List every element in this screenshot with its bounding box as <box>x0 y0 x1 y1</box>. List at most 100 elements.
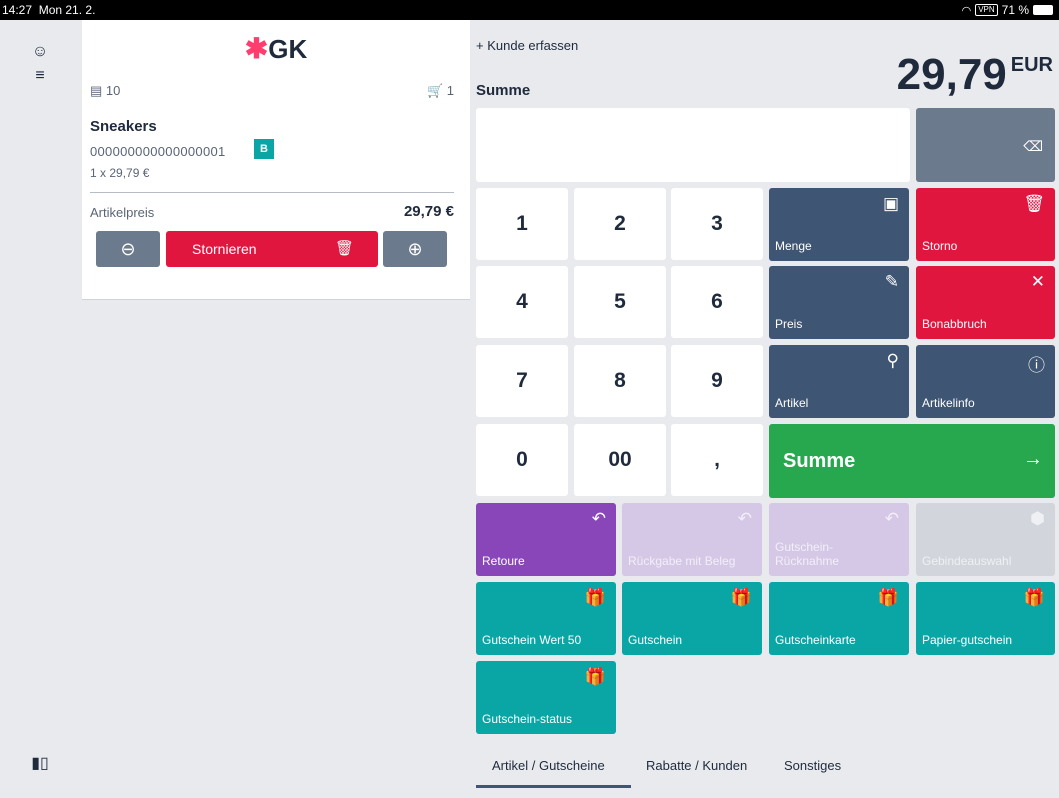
bonabbruch-button[interactable]: ✕ Bonabbruch <box>916 266 1055 339</box>
tab-sonstiges[interactable]: Sonstiges <box>784 758 841 773</box>
gutschein-wert-button[interactable]: 🎁 Gutschein Wert 50 <box>476 582 616 655</box>
receipt-count: ▤ 10 <box>90 83 120 99</box>
receipt-list-icon: ▤ <box>90 83 103 98</box>
add-customer-link[interactable]: + Kunde erfassen <box>476 38 578 53</box>
bonabbruch-label: Bonabbruch <box>922 317 987 331</box>
storno-button[interactable]: 🗑 Storno <box>916 188 1055 261</box>
minus-circle-icon: ⊖ <box>120 239 136 259</box>
artikel-label: Artikel <box>775 396 809 410</box>
tab-artikel-gutscheine[interactable]: Artikel / Gutscheine <box>492 758 605 773</box>
quantity-icon: ▣ <box>882 194 899 213</box>
key-2[interactable]: 2 <box>574 188 666 260</box>
decrease-qty-button[interactable]: ⊖ <box>96 231 160 267</box>
gutschein-ruecknahme-label: Gutschein-Rücknahme <box>775 540 840 568</box>
status-time-date: 14:27 Mon 21. 2. <box>2 3 95 17</box>
key-0[interactable]: 0 <box>476 424 568 496</box>
rueckgabe-label: Rückgabe mit Beleg <box>628 554 736 568</box>
backspace-icon: ⌫ <box>1023 138 1043 154</box>
preis-button[interactable]: ✎ Preis <box>769 266 909 339</box>
logo: ✱GK <box>82 32 470 65</box>
info-icon: ⓘ <box>1028 356 1045 375</box>
key-comma[interactable]: , <box>671 424 763 496</box>
amount-input[interactable] <box>476 108 910 182</box>
gutschein-status-label: Gutschein-status <box>482 712 573 726</box>
undo-icon: ↶ <box>737 509 752 528</box>
key-5[interactable]: 5 <box>574 266 666 338</box>
search-icon: ⚲ <box>886 351 899 370</box>
storno-label: Storno <box>922 239 958 253</box>
storno-item-button[interactable]: Stornieren 🗑 <box>166 231 378 267</box>
left-rail: ☺≡ ▮▯ <box>0 20 82 798</box>
key-3[interactable]: 3 <box>671 188 763 260</box>
item-badge: B <box>254 139 274 159</box>
summe-button[interactable]: Summe → <box>769 424 1055 498</box>
status-right: ◠ VPN 71 % <box>962 3 1053 17</box>
key-1[interactable]: 1 <box>476 188 568 260</box>
package-icon: ⬢ <box>1030 509 1045 528</box>
undo-icon: ↶ <box>884 509 899 528</box>
key-4[interactable]: 4 <box>476 266 568 338</box>
increase-qty-button[interactable]: ⊕ <box>383 231 447 267</box>
battery-percent: 71 % <box>1001 3 1029 17</box>
bottom-tabs: Artikel / Gutscheine Rabatte / Kunden So… <box>476 742 1056 798</box>
storno-item-label: Stornieren <box>192 241 257 257</box>
item-qty-price: 1 x 29,79 € <box>90 166 150 180</box>
retoure-label: Retoure <box>482 554 525 568</box>
menge-button[interactable]: ▣ Menge <box>769 188 909 261</box>
gutscheinkarte-label: Gutscheinkarte <box>775 633 856 647</box>
cart-count: 🛒 1 <box>427 83 454 99</box>
gutschein-ruecknahme-button[interactable]: ↶ Gutschein-Rücknahme <box>769 503 909 576</box>
trash-icon: 🗑 <box>334 240 354 257</box>
gift-card-icon: 🎁 <box>877 588 899 607</box>
tab-rabatte-kunden[interactable]: Rabatte / Kunden <box>646 758 747 773</box>
divider <box>90 192 454 193</box>
preis-label: Preis <box>775 317 803 331</box>
artikel-button[interactable]: ⚲ Artikel <box>769 345 909 418</box>
key-00[interactable]: 00 <box>574 424 666 496</box>
customer-list-icon[interactable]: ☺≡ <box>28 40 52 84</box>
cart-icon: 🛒 <box>426 83 444 98</box>
active-tab-indicator <box>476 785 631 788</box>
key-9[interactable]: 9 <box>671 345 763 417</box>
gutschein-label: Gutschein <box>628 633 683 647</box>
key-7[interactable]: 7 <box>476 345 568 417</box>
rueckgabe-button[interactable]: ↶ Rückgabe mit Beleg <box>622 503 762 576</box>
receipt-count-value: 10 <box>105 83 121 98</box>
logo-star-icon: ✱ <box>244 33 269 64</box>
pencil-icon: ✎ <box>884 272 899 291</box>
arrow-right-icon: → <box>1023 448 1043 470</box>
vpn-badge: VPN <box>975 4 998 16</box>
gutschein-status-button[interactable]: 🎁 Gutschein-status <box>476 661 616 734</box>
receipt-card: ✱GK ▤ 10 🛒 1 Sneakers 000000000000000001… <box>82 20 470 300</box>
gift-card-icon: 🎁 <box>1023 588 1045 607</box>
gebindeauswahl-label: Gebindeauswahl <box>922 554 1012 568</box>
item-name[interactable]: Sneakers <box>90 118 157 135</box>
retoure-button[interactable]: ↶ Retoure <box>476 503 616 576</box>
key-6[interactable]: 6 <box>671 266 763 338</box>
undo-icon: ↶ <box>591 509 606 528</box>
receipt-panel: ✱GK ▤ 10 🛒 1 Sneakers 000000000000000001… <box>82 20 470 798</box>
close-icon: ✕ <box>1030 272 1045 291</box>
sum-label: Summe <box>476 82 531 99</box>
gutschein-button[interactable]: 🎁 Gutschein <box>622 582 762 655</box>
cart-count-value: 1 <box>446 83 454 98</box>
artikelinfo-button[interactable]: ⓘ Artikelinfo <box>916 345 1055 418</box>
wifi-icon: ◠ <box>961 4 972 17</box>
plus-circle-icon: ⊕ <box>407 239 423 259</box>
barcode-icon[interactable]: ▮▯ <box>28 752 52 776</box>
gutscheinkarte-button[interactable]: 🎁 Gutscheinkarte <box>769 582 909 655</box>
key-8[interactable]: 8 <box>574 345 666 417</box>
gift-card-icon: 🎁 <box>584 588 606 607</box>
trash-icon: 🗑 <box>1023 194 1045 213</box>
price-value: 29,79 € <box>403 203 454 220</box>
item-ean: 000000000000000001 <box>90 144 226 159</box>
gebindeauswahl-button[interactable]: ⬢ Gebindeauswahl <box>916 503 1055 576</box>
price-label: Artikelpreis <box>90 205 155 220</box>
artikelinfo-label: Artikelinfo <box>922 396 975 410</box>
gutschein-wert-label: Gutschein Wert 50 <box>482 633 582 647</box>
total-value: 29,79 <box>896 50 1007 99</box>
papier-gutschein-button[interactable]: 🎁 Papier-gutschein <box>916 582 1055 655</box>
summe-label: Summe <box>783 450 856 472</box>
gift-card-icon: 🎁 <box>730 588 752 607</box>
backspace-button[interactable]: ⌫ <box>916 108 1055 182</box>
